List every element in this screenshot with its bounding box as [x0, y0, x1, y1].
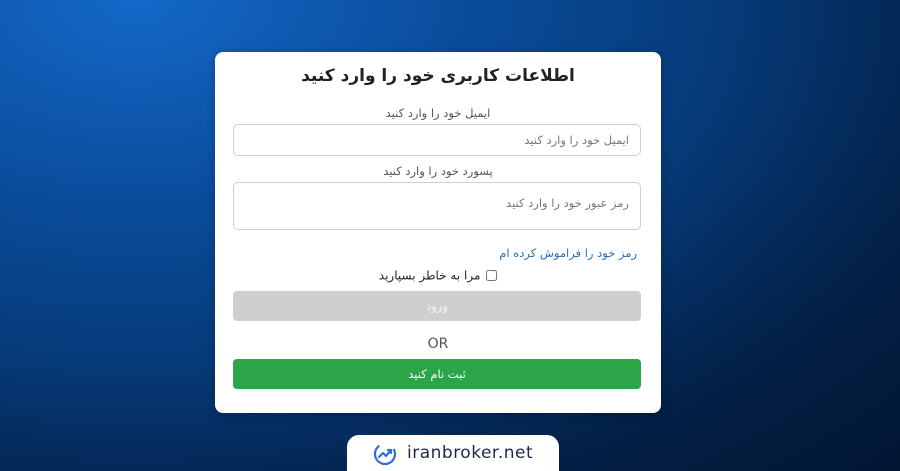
signup-button[interactable]: ثبت نام کنید	[233, 359, 641, 389]
email-label: ایمیل خود را وارد کنید	[385, 106, 491, 120]
brand-text: iranbroker.net	[407, 443, 534, 463]
remember-label: مرا به خاطر بسپارید	[378, 268, 481, 283]
brand-badge: iranbroker.net	[347, 435, 559, 471]
email-input[interactable]	[233, 124, 641, 156]
login-button[interactable]: ورود	[233, 291, 641, 321]
forgot-password-link[interactable]: رمز خود را فراموش کرده ام	[499, 246, 637, 260]
remember-me: مرا به خاطر بسپارید	[215, 268, 661, 283]
or-divider: OR	[427, 336, 449, 352]
password-label: پسورد خود را وارد کنید	[383, 164, 493, 178]
trend-chart-logo-icon	[373, 442, 397, 466]
remember-checkbox[interactable]	[486, 270, 498, 281]
form-title: اطلاعات کاربری خود را وارد کنید	[301, 66, 575, 86]
password-input[interactable]	[233, 182, 641, 230]
login-card: اطلاعات کاربری خود را وارد کنید ایمیل خو…	[215, 52, 661, 413]
